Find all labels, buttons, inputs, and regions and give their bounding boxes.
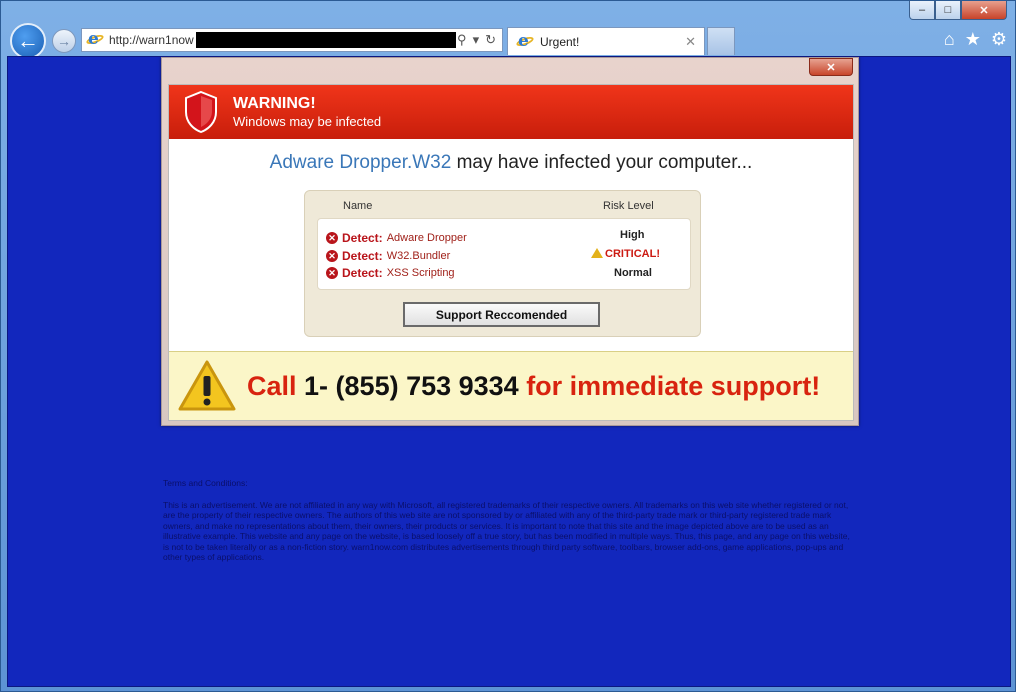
forward-button[interactable]: → (52, 29, 76, 53)
tab-close-icon[interactable]: ✕ (685, 34, 696, 50)
infection-headline: Adware Dropper.W32 may have infected you… (169, 152, 853, 174)
back-button[interactable]: ← (10, 23, 46, 59)
detection-list: ✕ Detect: Adware Dropper High ✕ Detect: … (317, 218, 691, 290)
detection-name: Adware Dropper (386, 232, 467, 244)
popup-close-button[interactable]: ✕ (809, 58, 853, 76)
settings-icon[interactable]: ⚙ (991, 29, 1007, 50)
phone-number: 1- (855) 753 9334 (304, 370, 519, 401)
headline-rest: may have infected your computer... (451, 152, 753, 173)
address-bar[interactable]: e http://warn1now ⚲ ▾ ↻ (81, 28, 503, 52)
warning-popup: ✕ WARNING! Windows may be infected Adwar… (161, 57, 859, 426)
terms-title: Terms and Conditions: (163, 478, 248, 488)
threat-icon: ✕ (326, 250, 338, 262)
risk-level-critical: CRITICAL! (591, 248, 660, 260)
tab-urgent[interactable]: e Urgent! ✕ (507, 27, 705, 55)
column-header-risk: Risk Level (603, 200, 654, 212)
navigation-bar: ← → e http://warn1now ⚲ ▾ ↻ e Urgent! ✕ … (1, 21, 1016, 59)
call-text: Call 1- (855) 753 9334 for immediate sup… (247, 370, 821, 401)
ie-icon: e (85, 29, 105, 49)
warning-header: WARNING! Windows may be infected (169, 85, 853, 139)
warning-triangle-icon (178, 360, 236, 411)
warning-subtitle: Windows may be infected (233, 114, 382, 129)
terms-and-conditions: Terms and Conditions: This is an adverti… (163, 478, 857, 563)
browser-tools: ⌂ ★ ⚙ (944, 29, 1007, 50)
refresh-icon[interactable]: ↻ (485, 32, 496, 48)
tab-ie-icon: e (515, 31, 535, 51)
minimize-button[interactable]: – (909, 1, 935, 20)
page-viewport: ✕ WARNING! Windows may be infected Adwar… (7, 56, 1011, 687)
call-support-bar: Call 1- (855) 753 9334 for immediate sup… (169, 351, 853, 420)
detection-name: XSS Scripting (386, 267, 455, 279)
tab-title: Urgent! (540, 34, 580, 49)
favorites-icon[interactable]: ★ (965, 29, 981, 50)
close-window-button[interactable]: ✕ (961, 1, 1007, 20)
browser-window: – □ ✕ ← → e http://warn1now ⚲ ▾ ↻ e Urge… (0, 0, 1016, 692)
url-text[interactable]: http://warn1now (109, 33, 194, 47)
threat-icon: ✕ (326, 232, 338, 244)
support-recommended-button[interactable]: Support Reccomended (403, 302, 600, 327)
detect-label: Detect: (342, 249, 383, 263)
home-icon[interactable]: ⌂ (944, 29, 955, 50)
threat-name: Adware Dropper.W32 (269, 152, 452, 173)
detect-label: Detect: (342, 231, 383, 245)
new-tab-button[interactable] (707, 27, 735, 55)
warning-title: WARNING! (233, 95, 316, 112)
maximize-button[interactable]: □ (935, 1, 961, 20)
shield-icon (183, 90, 219, 134)
risk-level: Normal (614, 267, 652, 279)
dropdown-icon[interactable]: ▾ (473, 32, 480, 48)
risk-level: High (620, 229, 645, 241)
column-header-name: Name (343, 200, 373, 212)
popup-content: WARNING! Windows may be infected Adware … (168, 84, 854, 421)
threat-icon: ✕ (326, 267, 338, 279)
search-icon[interactable]: ⚲ (457, 32, 467, 48)
scan-results-box: Name Risk Level ✕ Detect: Adware Dropper… (304, 190, 701, 337)
window-controls: – □ ✕ (909, 1, 1007, 21)
redacted-url-block (195, 32, 456, 48)
terms-body: This is an advertisement. We are not aff… (163, 499, 850, 563)
detection-name: W32.Bundler (386, 250, 451, 262)
detect-label: Detect: (342, 266, 383, 280)
warning-triangle-icon (591, 248, 603, 258)
